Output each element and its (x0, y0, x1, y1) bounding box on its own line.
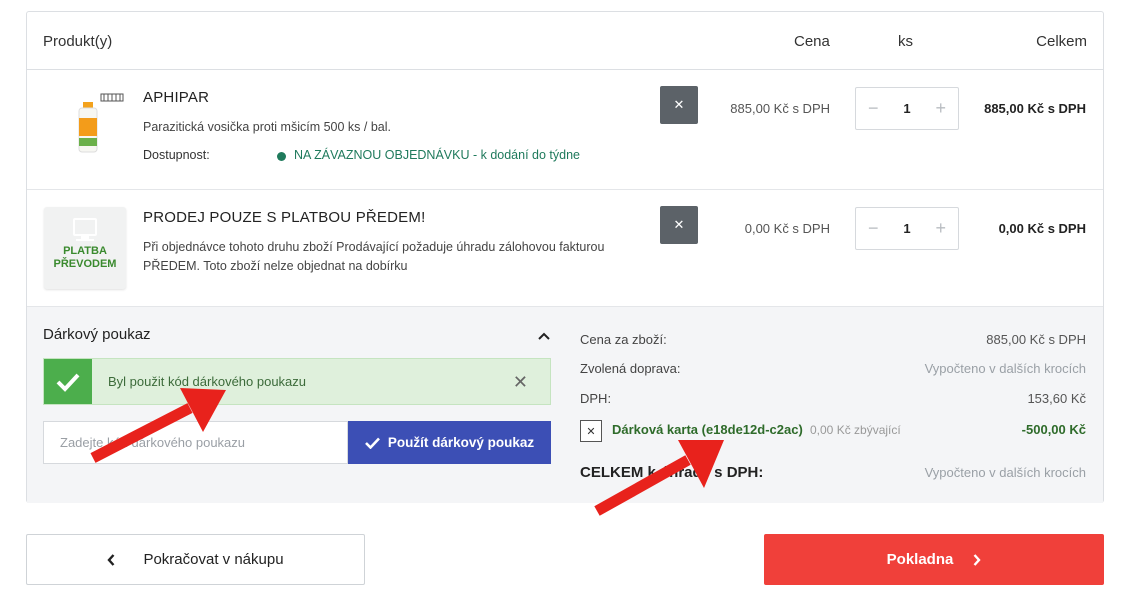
availability-status: NA ZÁVAZNOU OBJEDNÁVKU - k dodání do týd… (294, 148, 580, 162)
chevron-up-icon[interactable] (538, 329, 550, 343)
gift-card-label: Dárková karta (e18de12d-c2ac) (612, 422, 803, 437)
product-image-prepayment[interactable]: PLATBA PŘEVODEM (44, 207, 126, 289)
goods-price-value: 885,00 Kč s DPH (986, 332, 1086, 347)
quantity-stepper: − 1 + (855, 87, 959, 130)
vat-value: 153,60 Kč (1027, 391, 1086, 406)
check-icon (364, 437, 380, 449)
item-total: 0,00 Kč s DPH (998, 221, 1086, 236)
plus-icon[interactable]: + (935, 218, 946, 239)
checkout-label: Pokladna (886, 551, 954, 568)
gift-card-amount: -500,00 Kč (1021, 422, 1086, 437)
cart-row-prepayment: PLATBA PŘEVODEM PRODEJ POUZE S PLATBOU P… (27, 190, 1103, 307)
apply-voucher-label: Použít dárkový poukaz (387, 435, 535, 450)
image-text-line-1: PLATBA (63, 245, 107, 257)
goods-price-label: Cena za zboží: (580, 332, 667, 347)
header-price: Cena (794, 33, 830, 50)
cart-row-aphipar: APHIPAR Parazitická vosička proti mšicím… (27, 70, 1103, 190)
header-product: Produkt(y) (43, 33, 113, 50)
header-qty: ks (898, 33, 913, 50)
apply-voucher-button[interactable]: Použít dárkový poukaz (348, 421, 551, 464)
item-total: 885,00 Kč s DPH (984, 101, 1086, 116)
chevron-right-icon (973, 553, 981, 566)
availability-label: Dostupnost: (143, 148, 210, 162)
cart-footer: Dárkový poukaz Byl použit kód dárkového … (27, 307, 1103, 503)
vat-label: DPH: (580, 391, 612, 406)
voucher-success-alert: Byl použit kód dárkového poukazu ✕ (43, 358, 551, 405)
close-icon[interactable]: ✕ (513, 372, 528, 393)
product-description-line-1: Při objednávce tohoto druhu zboží Prodáv… (143, 240, 605, 254)
quantity-stepper: − 1 + (855, 207, 959, 250)
shipping-value: Vypočteno v dalších krocích (924, 361, 1086, 376)
plus-icon[interactable]: + (935, 98, 946, 119)
product-description-line-2: PŘEDEM. Toto zboží nelze objednat na dob… (143, 259, 408, 273)
availability-status-dot (277, 152, 286, 161)
checkout-button[interactable]: Pokladna (764, 534, 1104, 585)
image-text-line-2: PŘEVODEM (53, 258, 117, 270)
quantity-value[interactable]: 1 (903, 221, 910, 236)
chevron-left-icon (107, 553, 115, 566)
voucher-title[interactable]: Dárkový poukaz (43, 326, 151, 343)
remove-gift-card-button[interactable]: ✕ (580, 420, 602, 442)
continue-shopping-button[interactable]: Pokračovat v nákupu (26, 534, 365, 585)
check-icon (44, 359, 92, 404)
cart-table: Produkt(y) Cena ks Celkem APHIPAR Parazi… (26, 11, 1104, 503)
close-icon: ✕ (586, 425, 596, 438)
header-total: Celkem (1036, 33, 1087, 50)
shipping-label: Zvolená doprava: (580, 361, 681, 376)
minus-icon[interactable]: − (868, 98, 879, 119)
cart-table-header: Produkt(y) Cena ks Celkem (27, 12, 1103, 70)
product-name[interactable]: PRODEJ POUZE S PLATBOU PŘEDEM! (143, 209, 425, 226)
gift-card-remaining: 0,00 Kč zbývající (810, 423, 901, 437)
product-name[interactable]: APHIPAR (143, 89, 209, 106)
item-price: 885,00 Kč s DPH (730, 101, 830, 116)
grand-total-value: Vypočteno v dalších krocích (924, 465, 1086, 480)
product-description: Parazitická vosička proti mšicím 500 ks … (143, 120, 391, 134)
grand-total-label: CELKEM k úhradě s DPH: (580, 464, 764, 481)
remove-item-button[interactable]: ✕ (660, 206, 698, 244)
minus-icon[interactable]: − (868, 218, 879, 239)
quantity-value[interactable]: 1 (903, 101, 910, 116)
close-icon: ✕ (673, 217, 685, 232)
remove-item-button[interactable]: ✕ (660, 86, 698, 124)
close-icon: ✕ (673, 97, 685, 112)
item-price: 0,00 Kč s DPH (744, 221, 830, 236)
voucher-code-input[interactable] (43, 421, 348, 464)
voucher-success-message: Byl použit kód dárkového poukazu (108, 374, 307, 389)
product-image-aphipar[interactable] (71, 92, 127, 154)
continue-shopping-label: Pokračovat v nákupu (143, 551, 284, 568)
